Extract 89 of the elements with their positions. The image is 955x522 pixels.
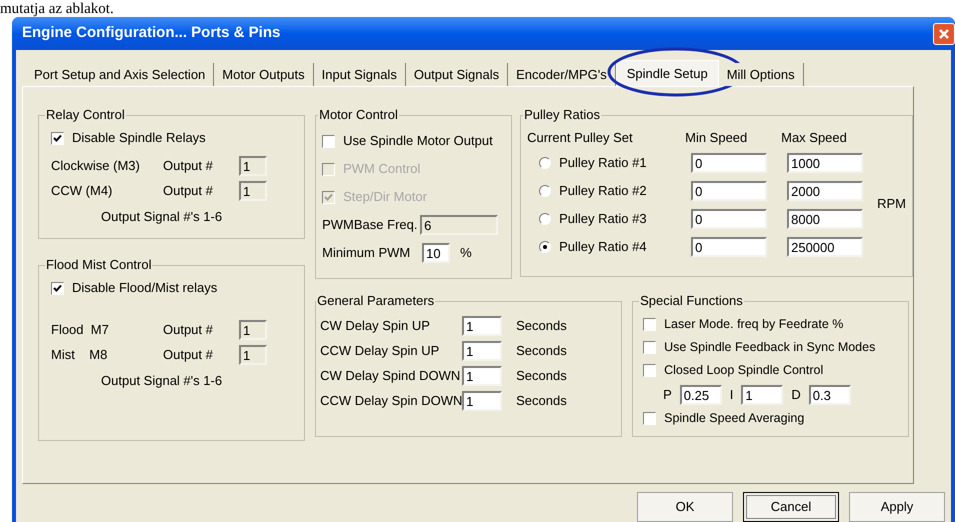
checkbox-label: Laser Mode. freq by Feedrate % — [664, 316, 844, 334]
param-label: CCW Delay Spin UP — [320, 342, 440, 360]
output-label: Output # — [163, 182, 214, 200]
check-icon — [53, 284, 62, 292]
radio-button[interactable] — [539, 185, 552, 197]
input-field[interactable]: 0 — [691, 237, 768, 257]
checkbox-label: Spindle Speed Averaging — [664, 410, 804, 428]
note: Output Signal #'s 1-6 — [101, 373, 222, 388]
caption-text: mutatja az ablakot. — [0, 1, 114, 17]
group-title: Special Functions — [640, 293, 743, 308]
input-field[interactable]: 1000 — [787, 153, 864, 173]
param-label: CW Delay Spind DOWN — [320, 366, 462, 385]
checkbox-label: Disable Flood/Mist relays — [72, 279, 218, 298]
column-header: Max Speed — [781, 129, 847, 148]
dialog-button[interactable]: Cancel — [743, 492, 839, 522]
output-label: Output # — [163, 156, 214, 175]
input-field[interactable]: 1 — [239, 320, 267, 340]
pid-label: P — [663, 386, 672, 404]
window-title: Engine Configuration... Ports & Pins — [22, 23, 280, 44]
input-field[interactable]: 2000 — [787, 181, 864, 201]
input-field[interactable]: 250000 — [787, 237, 864, 257]
checkbox[interactable] — [322, 134, 336, 148]
dialog-button[interactable]: OK — [637, 492, 733, 522]
checkbox[interactable] — [643, 364, 656, 377]
input-field[interactable]: 0.3 — [808, 384, 851, 404]
dialog-button[interactable]: Apply — [849, 492, 945, 522]
radio-button[interactable] — [539, 241, 552, 253]
unit-label: RPM — [877, 195, 906, 214]
row-label: CCW (M4) — [51, 182, 114, 200]
checkbox-label: Use Spindle Feedback in Sync Modes — [664, 339, 876, 356]
output-label: Output # — [163, 320, 214, 339]
radio-button[interactable] — [539, 213, 552, 225]
checkbox[interactable] — [643, 318, 656, 331]
group-title: Pulley Ratios — [524, 107, 600, 122]
column-header: Min Speed — [685, 129, 748, 148]
input-field[interactable]: 1 — [239, 344, 267, 364]
input-field[interactable]: 10 — [422, 243, 450, 263]
unit-label: Seconds — [516, 366, 567, 385]
group-title: Flood Mist Control — [46, 257, 152, 272]
checkbox-label: Step/Dir Motor — [343, 188, 427, 206]
group-title: Motor Control — [319, 107, 398, 122]
checkbox[interactable] — [51, 282, 64, 294]
row-label: Mist M8 — [51, 346, 108, 364]
input-field[interactable]: 1 — [462, 366, 502, 386]
field-label: Minimum PWM — [322, 244, 412, 262]
group-title: Relay Control — [46, 107, 125, 122]
param-label: CCW Delay Spin DOWN — [320, 392, 462, 410]
input-field[interactable]: 1 — [741, 384, 784, 404]
input-field[interactable]: 1 — [462, 340, 502, 360]
output-label: Output # — [163, 346, 214, 364]
row-label: Clockwise (M3) — [51, 156, 141, 175]
radio-label: Pulley Ratio #1 — [559, 154, 647, 172]
field-label: PWMBase Freq. — [322, 216, 418, 234]
input-field[interactable]: 0 — [691, 181, 768, 201]
checkbox[interactable] — [643, 341, 656, 354]
input-field[interactable]: 1 — [462, 316, 502, 336]
check-icon — [53, 134, 62, 142]
checkbox[interactable] — [643, 412, 656, 425]
checkbox[interactable] — [51, 132, 64, 144]
radio-label: Pulley Ratio #4 — [559, 238, 647, 256]
radio-button[interactable] — [539, 157, 552, 169]
radio-label: Pulley Ratio #2 — [559, 182, 647, 200]
input-field[interactable]: 1 — [239, 180, 267, 200]
check-icon — [324, 192, 334, 202]
checkbox-label: Closed Loop Spindle Control — [664, 362, 824, 380]
group-title: General Parameters — [317, 293, 434, 308]
radio-label: Pulley Ratio #3 — [559, 210, 647, 228]
param-label: CW Delay Spin UP — [320, 316, 431, 335]
input-field[interactable]: 1 — [239, 156, 267, 176]
note: Output Signal #'s 1-6 — [101, 209, 222, 224]
close-button[interactable] — [933, 22, 955, 44]
close-icon — [938, 28, 950, 40]
checkbox-label: Disable Spindle Relays — [72, 129, 206, 148]
input-field[interactable]: 0.25 — [680, 384, 722, 404]
checkbox-label: Use Spindle Motor Output — [343, 132, 493, 150]
row-label: Flood M7 — [51, 320, 110, 339]
unit-label: Seconds — [516, 342, 567, 360]
unit-label: % — [460, 244, 472, 262]
unit-label: Seconds — [516, 392, 567, 410]
tab[interactable]: Spindle Setup — [616, 60, 719, 86]
input-field[interactable]: 1 — [462, 390, 502, 410]
unit-label: Seconds — [516, 316, 567, 335]
checkbox-label: PWM Control — [343, 160, 420, 178]
input-field[interactable]: 0 — [691, 209, 768, 229]
pid-label: I — [730, 386, 734, 404]
input-field[interactable]: 0 — [691, 153, 768, 173]
column-header: Current Pulley Set — [527, 129, 634, 148]
pid-label: D — [791, 386, 801, 404]
input-field[interactable]: 8000 — [787, 209, 864, 229]
